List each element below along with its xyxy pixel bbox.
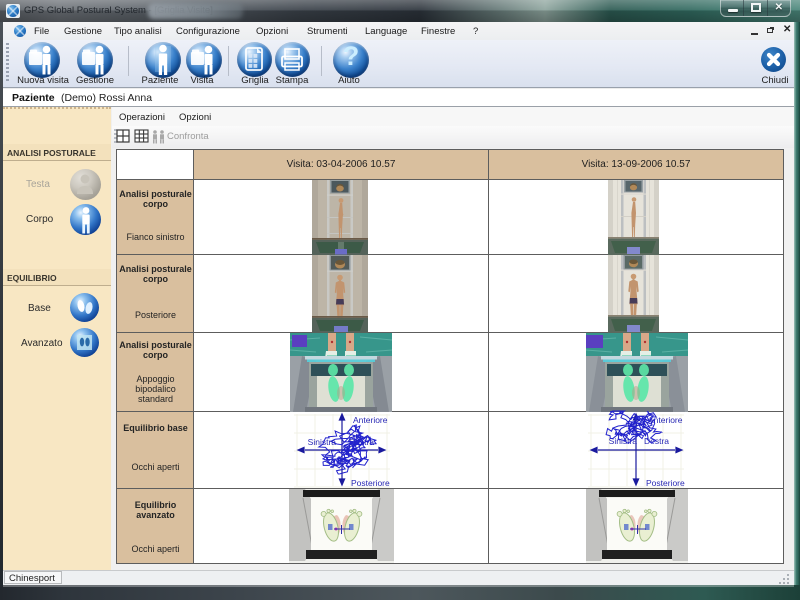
svg-text:Posteriore: Posteriore <box>646 478 685 488</box>
svg-text:Posteriore: Posteriore <box>351 478 390 488</box>
svg-text:Anteriore: Anteriore <box>353 415 388 425</box>
